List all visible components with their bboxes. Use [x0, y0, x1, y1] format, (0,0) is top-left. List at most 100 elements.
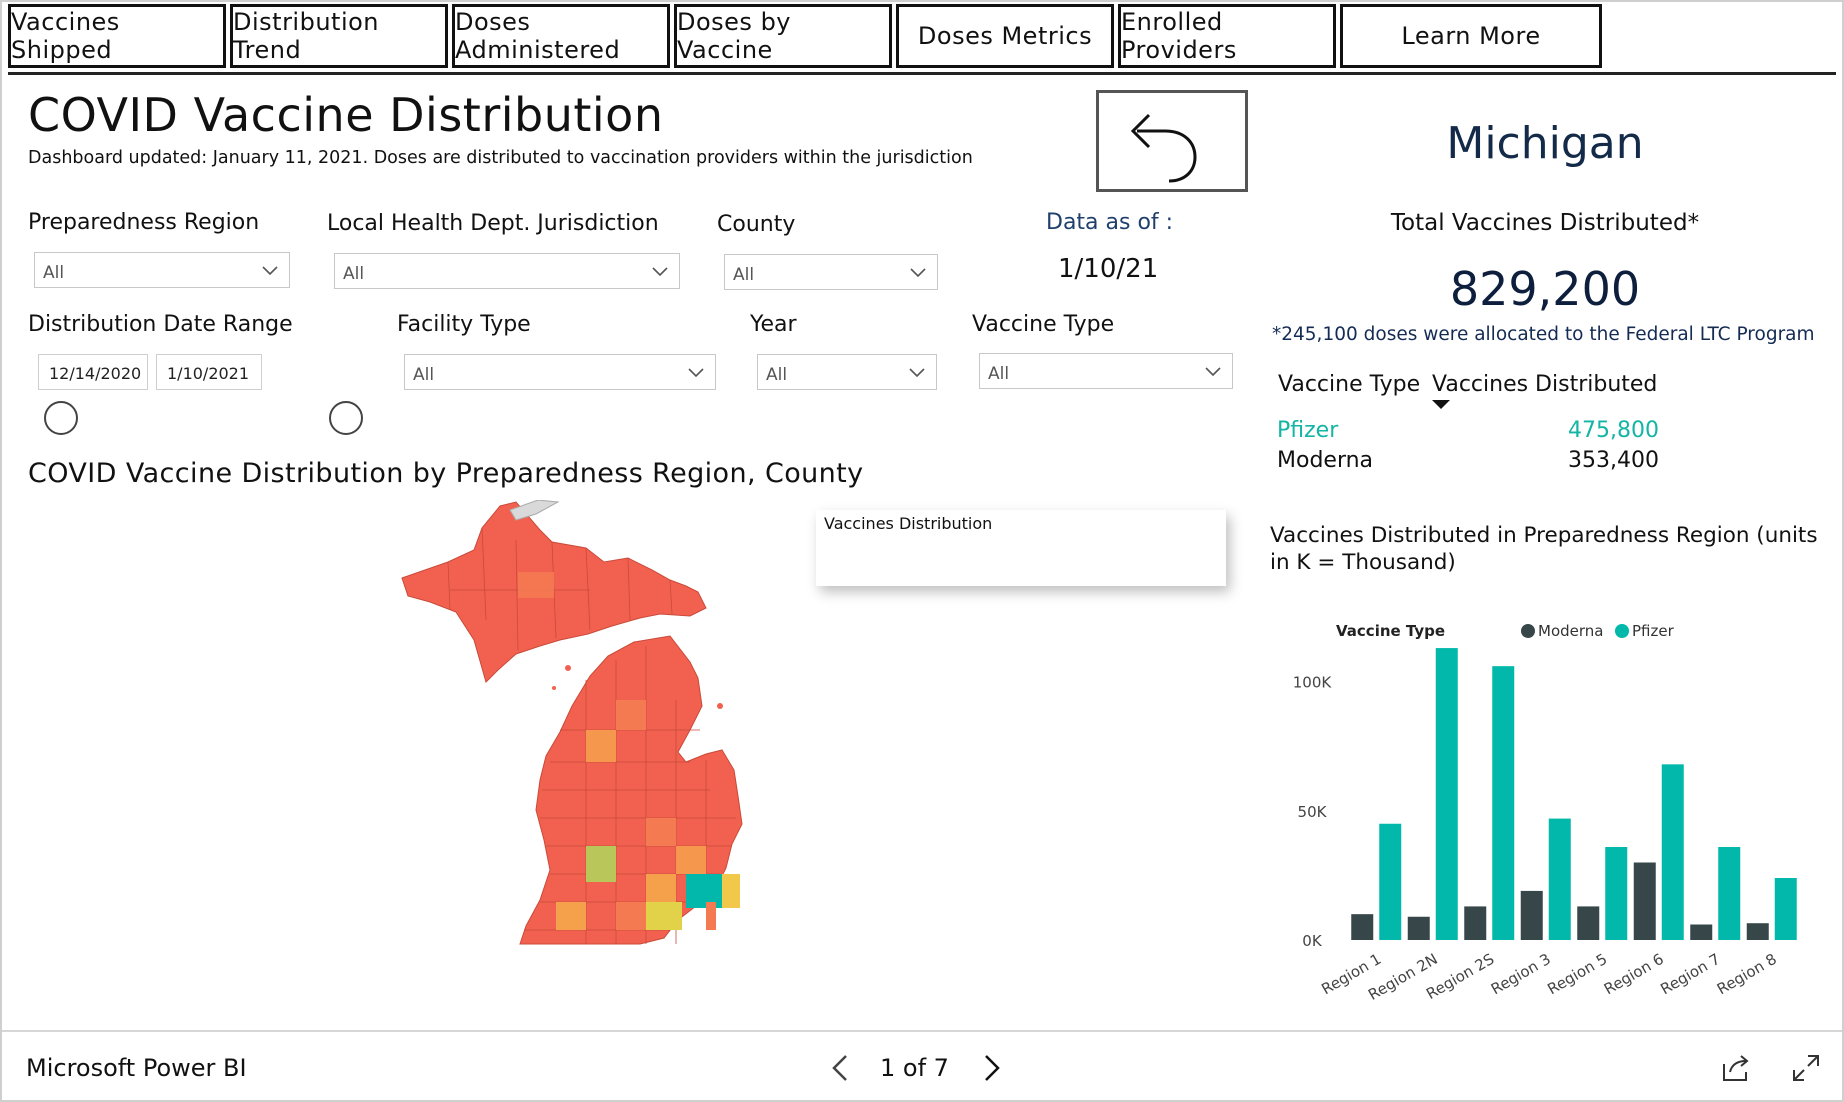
legend-marker-pfizer	[1615, 624, 1629, 638]
tab-enrolled-providers[interactable]: Enrolled Providers	[1118, 4, 1336, 68]
bar-moderna-region-3	[1520, 890, 1543, 940]
map-tooltip: Vaccines Distribution	[816, 510, 1226, 586]
island-shape	[552, 686, 556, 690]
bar-moderna-region-5	[1577, 906, 1600, 940]
vaccine-type-header[interactable]: Vaccine Type	[1278, 372, 1420, 397]
county-highlight-orange[interactable]	[616, 902, 646, 930]
vaccine-row-pfizer-value: 475,800	[1568, 418, 1659, 443]
chart-title: Vaccines Distributed in Preparedness Reg…	[1270, 523, 1818, 575]
vaccine-row-pfizer-type: Pfizer	[1277, 418, 1339, 443]
dropdown-value: All	[343, 264, 365, 284]
next-page-icon[interactable]	[976, 1050, 1006, 1086]
county-highlight-yellow[interactable]	[722, 874, 740, 908]
tab-doses-by-vaccine[interactable]: Doses by Vaccine	[674, 4, 892, 68]
lhd-jurisdiction-label: Local Health Dept. Jurisdiction	[327, 211, 659, 236]
tab-learn-more[interactable]: Learn More	[1340, 4, 1602, 68]
page-subtitle: Dashboard updated: January 11, 2021. Dos…	[28, 148, 973, 168]
bar-pfizer-region-6	[1661, 764, 1684, 940]
data-as-of-value: 1/10/21	[1058, 254, 1159, 284]
bar-moderna-region-6	[1633, 862, 1656, 940]
michigan-map-svg	[401, 499, 743, 945]
total-distributed-value: 829,200	[1449, 262, 1641, 316]
x-tick-label: Region 3	[1488, 950, 1554, 998]
chevron-down-icon	[262, 266, 278, 276]
county-highlight-orange[interactable]	[586, 730, 616, 762]
preparedness-region-dropdown[interactable]: All	[34, 252, 290, 288]
start-date-input[interactable]: 12/14/2020	[38, 354, 148, 390]
county-highlight-olive[interactable]	[586, 846, 616, 882]
share-icon[interactable]	[1720, 1052, 1752, 1084]
michigan-county-map[interactable]	[390, 499, 890, 1004]
chevron-down-icon	[909, 368, 925, 378]
previous-page-icon[interactable]	[826, 1050, 856, 1086]
county-label: County	[717, 212, 796, 237]
bar-moderna-region-7	[1690, 924, 1713, 940]
x-tick-label: Region 5	[1544, 950, 1610, 998]
county-highlight-teal[interactable]	[686, 874, 722, 908]
end-date-input[interactable]: 1/10/2021	[156, 354, 262, 390]
county-dropdown[interactable]: All	[724, 254, 938, 290]
vaccine-row-moderna-value: 353,400	[1568, 448, 1659, 473]
island-shape	[717, 703, 723, 709]
x-tick-label: Region 7	[1657, 950, 1723, 998]
ltc-note: *245,100 doses were allocated to the Fed…	[1272, 324, 1815, 345]
dropdown-value: All	[413, 365, 435, 385]
sort-descending-icon	[1432, 400, 1450, 409]
dropdown-value: All	[733, 265, 755, 285]
bar-moderna-region-2s	[1464, 906, 1487, 940]
chevron-down-icon	[688, 368, 704, 378]
chevron-down-icon	[1205, 367, 1221, 377]
vaccine-type-dropdown[interactable]: All	[979, 353, 1233, 389]
map-title: COVID Vaccine Distribution by Preparedne…	[28, 458, 864, 489]
data-as-of-label: Data as of :	[1046, 210, 1174, 235]
tab-doses-metrics[interactable]: Doses Metrics	[896, 4, 1114, 68]
year-dropdown[interactable]: All	[757, 354, 937, 390]
tab-distribution-trend[interactable]: Distribution Trend	[230, 4, 448, 68]
legend-title: Vaccine Type	[1336, 622, 1445, 640]
tab-vaccines-shipped[interactable]: Vaccines Shipped	[8, 4, 226, 68]
y-tick-label: 0K	[1302, 932, 1323, 950]
y-tick-label: 100K	[1293, 674, 1333, 692]
bar-pfizer-region-8	[1774, 878, 1797, 940]
x-tick-label: Region 8	[1714, 950, 1780, 998]
bar-pfizer-region-2n	[1435, 648, 1458, 940]
power-bi-brand[interactable]: Microsoft Power BI	[26, 1054, 247, 1082]
chevron-down-icon	[910, 268, 926, 278]
island-shape	[565, 665, 571, 671]
legend-label-pfizer: Pfizer	[1632, 622, 1675, 640]
legend-marker-moderna	[1521, 624, 1535, 638]
county-highlight-orange[interactable]	[676, 846, 706, 874]
vaccine-type-label: Vaccine Type	[972, 312, 1115, 337]
tooltip-title: Vaccines Distribution	[824, 514, 993, 533]
dropdown-value: All	[43, 263, 65, 283]
up-county-highlight[interactable]	[518, 572, 554, 598]
region-bar-chart[interactable]: Vaccine Type Moderna Pfizer 0K 50K 100K Region…	[1270, 590, 1810, 1010]
year-label: Year	[750, 312, 797, 337]
x-tick-label: Region 6	[1601, 950, 1667, 998]
bar-moderna-region-8	[1746, 923, 1769, 940]
county-highlight-orange[interactable]	[646, 874, 676, 902]
facility-type-label: Facility Type	[397, 312, 531, 337]
bar-pfizer-region-7	[1718, 847, 1741, 940]
bar-pfizer-region-1	[1379, 823, 1402, 940]
page-title: COVID Vaccine Distribution	[28, 88, 664, 142]
dropdown-value: All	[766, 365, 788, 385]
page-tabs: Vaccines Shipped Distribution Trend Dose…	[8, 4, 1836, 72]
fullscreen-icon[interactable]	[1790, 1052, 1822, 1084]
county-highlight-orange[interactable]	[706, 902, 716, 930]
end-date-slider-handle[interactable]	[329, 401, 363, 435]
county-highlight-orange[interactable]	[556, 902, 586, 930]
start-date-slider-handle[interactable]	[44, 401, 78, 435]
back-button[interactable]	[1096, 90, 1248, 192]
county-highlight-orange[interactable]	[646, 818, 676, 846]
facility-type-dropdown[interactable]: All	[404, 354, 716, 390]
county-highlight-orange[interactable]	[616, 700, 646, 730]
vaccines-distributed-header[interactable]: Vaccines Distributed	[1432, 372, 1657, 397]
footer-divider	[2, 1030, 1842, 1032]
vaccine-row-moderna-type: Moderna	[1277, 448, 1374, 473]
county-highlight-yellow[interactable]	[646, 902, 682, 930]
lhd-jurisdiction-dropdown[interactable]: All	[334, 253, 680, 289]
tab-divider	[8, 72, 1836, 75]
tab-doses-administered[interactable]: Doses Administered	[452, 4, 670, 68]
back-arrow-icon	[1130, 113, 1197, 183]
